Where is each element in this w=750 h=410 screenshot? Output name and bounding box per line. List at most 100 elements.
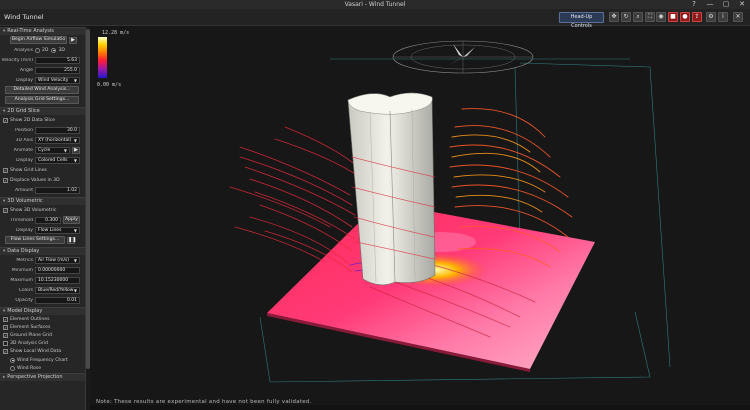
threshold-label: Threshold bbox=[10, 217, 33, 223]
show-3d-volumetric-checkbox[interactable]: ✓ bbox=[3, 207, 8, 213]
close-icon[interactable]: ✕ bbox=[737, 0, 747, 9]
section-title: Real-Time Analysis bbox=[7, 28, 54, 34]
analysis-label: Analysis bbox=[14, 47, 33, 53]
animate-select[interactable]: Cycle ▼ bbox=[35, 146, 70, 154]
info-icon[interactable]: i bbox=[718, 12, 728, 22]
export-icon[interactable]: ⇪ bbox=[692, 12, 702, 22]
maximize-icon[interactable]: ▢ bbox=[721, 0, 731, 9]
wind-rose-radio[interactable] bbox=[10, 365, 15, 371]
app-window: Vasari - Wind Tunnel ? — ▢ ✕ Wind Tunnel… bbox=[0, 0, 750, 410]
chevron-down-icon: ▼ bbox=[73, 157, 77, 163]
position-value: 30.0 bbox=[66, 127, 77, 133]
position-slider[interactable]: 30.0 bbox=[35, 126, 80, 134]
chevron-down-icon: ▼ bbox=[73, 287, 77, 293]
show-2d-slice-checkbox[interactable]: ✓ bbox=[3, 117, 8, 123]
collapse-icon: ▸ bbox=[3, 375, 6, 380]
displace-values-checkbox[interactable]: ✓ bbox=[3, 177, 8, 183]
fit-view-icon[interactable]: ⛶ bbox=[645, 12, 655, 22]
apply-button[interactable]: Apply bbox=[63, 216, 80, 224]
metrics-select[interactable]: Air Flow (m/s) ▼ bbox=[35, 256, 80, 264]
analysis-2d-radio[interactable] bbox=[35, 47, 40, 53]
minimum-field[interactable]: 0.00000000 bbox=[35, 266, 80, 274]
head-up-controls-button[interactable]: Head-Up Controls bbox=[559, 12, 604, 29]
zoom-icon[interactable]: ⌕ bbox=[633, 12, 643, 22]
maximum-field[interactable]: 10.15230000 bbox=[35, 276, 80, 284]
display-select[interactable]: Wind Velocity ▼ bbox=[35, 76, 80, 84]
slice-display-select[interactable]: Colored Cells ▼ bbox=[35, 156, 80, 164]
colors-value: Blue/Red/Yellow bbox=[38, 287, 74, 293]
stop-icon[interactable]: ■ bbox=[668, 12, 678, 22]
pause-icon[interactable]: ❚❚ bbox=[67, 236, 76, 244]
section-volumetric-header[interactable]: ▾ 3D Volumetric bbox=[0, 197, 85, 205]
analysis-2d-label: 2D bbox=[42, 47, 49, 53]
play-icon[interactable]: ▶ bbox=[72, 146, 80, 154]
snapshot-icon[interactable]: ◉ bbox=[656, 12, 666, 22]
collapse-icon: ▾ bbox=[3, 199, 6, 204]
colors-select[interactable]: Blue/Red/Yellow ▼ bbox=[35, 286, 80, 294]
analysis-panel: ▾ Real-Time Analysis Begin Airflow Simul… bbox=[0, 27, 86, 410]
slice-display-value: Colored Cells bbox=[38, 157, 68, 163]
volumetric-display-select[interactable]: Flow Lines ▼ bbox=[35, 226, 80, 234]
amount-slider[interactable]: 1.02 bbox=[35, 186, 80, 194]
slice-display-label: Display bbox=[16, 157, 33, 163]
angle-field[interactable]: 255.0 bbox=[35, 66, 80, 74]
velocity-field[interactable]: 5.63 bbox=[35, 56, 80, 64]
metrics-label: Metrics bbox=[16, 257, 33, 263]
window-title: Vasari - Wind Tunnel bbox=[344, 1, 406, 8]
display-value: Wind Velocity bbox=[38, 77, 69, 83]
wind-simulation-scene bbox=[229, 40, 671, 383]
analysis-3d-radio[interactable] bbox=[51, 47, 57, 53]
3d-analysis-grid-checkbox[interactable] bbox=[3, 340, 8, 346]
metrics-value: Air Flow (m/s) bbox=[38, 257, 70, 263]
collapse-icon: ▾ bbox=[3, 249, 6, 254]
begin-simulation-button[interactable]: Begin Airflow Simulatio bbox=[10, 36, 67, 44]
3d-viewport[interactable] bbox=[90, 27, 750, 410]
legend-min-label: 0.00 m/s bbox=[97, 82, 122, 88]
displace-values-label: Displace Values in 3D bbox=[10, 177, 60, 183]
threshold-field[interactable]: 0.300 bbox=[35, 216, 61, 224]
show-grid-lines-checkbox[interactable]: ✓ bbox=[3, 167, 8, 173]
opacity-label: Opacity bbox=[15, 297, 33, 303]
volumetric-display-value: Flow Lines bbox=[38, 227, 62, 233]
close-panel-icon[interactable]: ✕ bbox=[733, 12, 743, 22]
show-local-wind-checkbox[interactable]: ✓ bbox=[3, 349, 8, 354]
section-grid-slice-header[interactable]: ▾ 2D Grid Slice bbox=[0, 107, 85, 115]
element-surfaces-label: Element Surfaces bbox=[10, 324, 51, 330]
wind-rose-label: Wind Rose bbox=[17, 365, 42, 371]
section-data-display-header[interactable]: ▾ Data Display bbox=[0, 247, 85, 255]
rotate-icon[interactable]: ↻ bbox=[621, 12, 631, 22]
section-realtime-header[interactable]: ▾ Real-Time Analysis bbox=[0, 27, 85, 35]
axis-select[interactable]: XY (horizontal) ▼ bbox=[35, 136, 80, 144]
minimize-icon[interactable]: — bbox=[705, 0, 715, 9]
flow-lines-settings-button[interactable]: Flow Lines Settings... bbox=[5, 236, 65, 244]
opacity-slider[interactable]: 0.01 bbox=[35, 296, 80, 304]
compass-rose bbox=[392, 40, 534, 74]
help-icon[interactable]: ? bbox=[689, 0, 699, 9]
chevron-down-icon: ▼ bbox=[73, 137, 77, 143]
show-3d-volumetric-label: Show 3D Volumetric bbox=[10, 207, 57, 213]
opacity-value: 0.01 bbox=[66, 297, 77, 303]
section-title: Perspective Projection bbox=[7, 374, 63, 380]
analysis-3d-label: 3D bbox=[58, 47, 65, 53]
axis-label: 3D Axis bbox=[15, 137, 33, 143]
window-controls: ? — ▢ ✕ bbox=[689, 0, 747, 9]
record-icon[interactable]: ● bbox=[680, 12, 690, 22]
section-model-display-header[interactable]: ▾ Model Display bbox=[0, 307, 85, 315]
wind-frequency-radio[interactable] bbox=[10, 357, 15, 363]
analysis-grid-settings-button[interactable]: Analysis Grid Settings... bbox=[5, 96, 79, 104]
window-title-bar: Vasari - Wind Tunnel ? — ▢ ✕ bbox=[0, 0, 750, 9]
3d-analysis-grid-label: 3D Analysis Grid bbox=[10, 340, 48, 346]
play-icon[interactable]: ▶ bbox=[69, 36, 77, 44]
chevron-down-icon: ▼ bbox=[73, 227, 77, 233]
legend-max-label: 12.28 m/s bbox=[102, 30, 130, 36]
settings-icon[interactable]: ⚙ bbox=[706, 12, 716, 22]
section-perspective-header[interactable]: ▸ Perspective Projection bbox=[0, 373, 85, 381]
element-surfaces-checkbox[interactable]: ✓ bbox=[3, 324, 8, 330]
pan-icon[interactable]: ✥ bbox=[609, 12, 619, 22]
ground-plane-grid-checkbox[interactable]: ✓ bbox=[3, 332, 8, 338]
detailed-wind-analysis-button[interactable]: Detailed Wind Analysis... bbox=[5, 86, 79, 94]
maximum-label: Maximum bbox=[10, 277, 33, 283]
section-title: Data Display bbox=[7, 248, 40, 254]
element-outlines-checkbox[interactable]: ✓ bbox=[3, 316, 8, 322]
section-title: Model Display bbox=[7, 308, 43, 314]
